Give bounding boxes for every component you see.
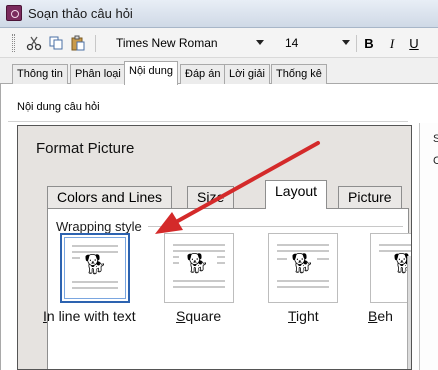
tab-thong-ke[interactable]: Thống kê bbox=[271, 64, 327, 84]
scissors-icon[interactable] bbox=[24, 33, 44, 53]
formatting-toolbar: Times New Roman 14 B I U bbox=[0, 28, 438, 58]
square-option: 🐕︎ bbox=[164, 233, 234, 303]
app-logo-icon bbox=[6, 5, 22, 21]
behind-text-option: 🐕︎ bbox=[370, 233, 411, 303]
copy-icon[interactable] bbox=[46, 33, 66, 53]
tab-strip: Thông tin Phân loại Nội dung Đáp án Lời … bbox=[0, 60, 438, 85]
font-size-select[interactable]: 14 bbox=[285, 36, 298, 50]
tight-caption: Tight bbox=[288, 308, 319, 324]
section-divider bbox=[8, 121, 408, 122]
italic-button[interactable]: I bbox=[383, 35, 401, 53]
tab-phan-loai[interactable]: Phân loại bbox=[70, 64, 126, 84]
dialog-title: Format Picture bbox=[36, 140, 135, 157]
behind-text-caption: Beh bbox=[368, 308, 393, 324]
tab-thong-tin[interactable]: Thông tin bbox=[12, 64, 68, 84]
side-label-c: C bbox=[433, 155, 438, 167]
tab-picture: Picture bbox=[338, 186, 402, 208]
toolbar-grip[interactable] bbox=[12, 34, 15, 52]
tab-loi-giai[interactable]: Lời giải bbox=[224, 64, 270, 84]
tab-dap-an[interactable]: Đáp án bbox=[180, 64, 226, 84]
tab-layout: Layout bbox=[265, 180, 328, 209]
square-caption: Square bbox=[176, 308, 222, 324]
window-title: Soạn thảo câu hỏi bbox=[28, 6, 133, 21]
tab-colors-and-lines: Colors and Lines bbox=[47, 186, 173, 208]
image-scrollbar bbox=[407, 256, 411, 369]
paste-icon[interactable] bbox=[68, 33, 88, 53]
section-label: Nội dung câu hỏi bbox=[17, 101, 100, 113]
toolbar-separator bbox=[356, 35, 357, 52]
chevron-down-icon[interactable] bbox=[256, 40, 264, 45]
font-name-select[interactable]: Times New Roman bbox=[116, 36, 218, 50]
chevron-down-icon[interactable] bbox=[342, 40, 350, 45]
inline-with-text-dog-icon: 🐕︎ bbox=[82, 254, 108, 276]
toolbar-separator bbox=[95, 35, 96, 52]
wrapping-style-label: Wrapping style bbox=[56, 219, 142, 234]
group-divider bbox=[148, 226, 403, 227]
side-panel: S C bbox=[419, 123, 438, 370]
bold-button[interactable]: B bbox=[360, 35, 378, 53]
tight-wrap-dog-icon: 🐕︎ bbox=[289, 253, 315, 275]
embedded-format-picture-image[interactable]: Format Picture Colors and Lines Size Lay… bbox=[17, 125, 412, 370]
side-label-s: S bbox=[433, 133, 438, 145]
inline-with-text-caption: In line with text bbox=[43, 308, 136, 324]
tab-size: Size bbox=[187, 186, 235, 208]
title-bar: Soạn thảo câu hỏi bbox=[0, 0, 438, 28]
layout-page: Wrapping style 🐕︎ In line with text 🐕︎ S… bbox=[43, 208, 411, 369]
square-wrap-dog-icon: 🐕︎ bbox=[184, 253, 210, 275]
tight-option: 🐕︎ bbox=[268, 233, 338, 303]
inline-with-text-option: 🐕︎ bbox=[60, 233, 130, 303]
tab-noi-dung[interactable]: Nội dung bbox=[124, 61, 179, 85]
dialog-tab-strip: Colors and Lines Size Layout Picture bbox=[47, 180, 409, 209]
underline-button[interactable]: U bbox=[405, 35, 423, 53]
